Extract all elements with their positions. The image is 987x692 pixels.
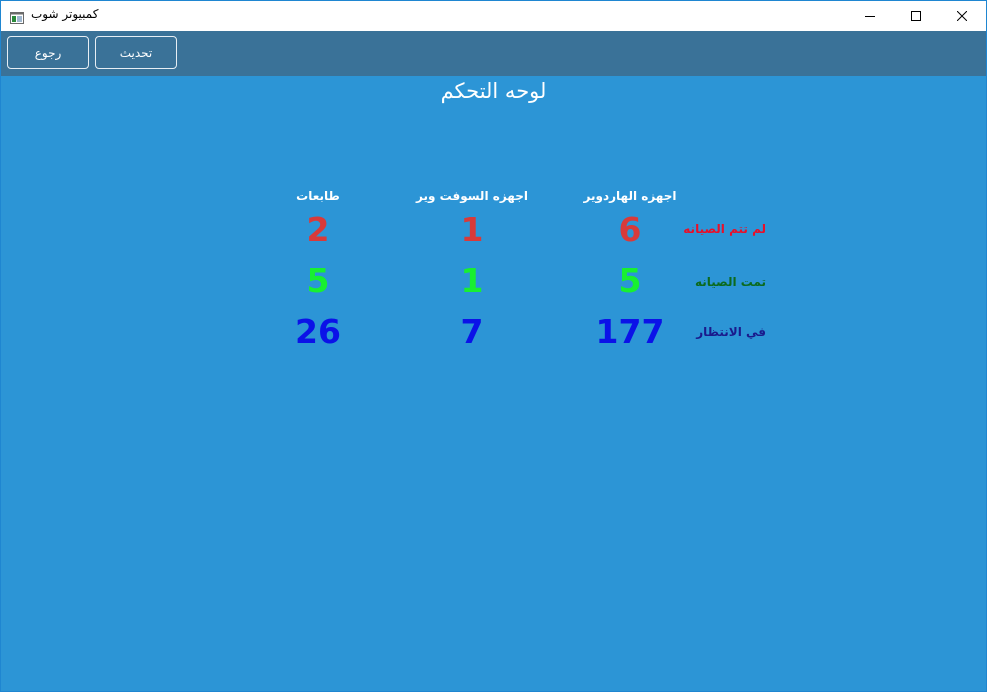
minimize-button[interactable] — [847, 1, 893, 31]
close-button[interactable] — [939, 1, 985, 31]
column-header-software: اجهزه السوفت وير — [416, 189, 528, 203]
maximize-button[interactable] — [893, 1, 939, 31]
window-title: كمبيوتر شوب — [31, 7, 99, 21]
count-software-maintained: 1 — [460, 261, 484, 300]
dashboard-panel: لوحه التحكم اجهزه الهاردوير اجهزه السوفت… — [1, 76, 986, 691]
count-hardware-not-maintained: 6 — [618, 210, 642, 249]
count-printers-not-maintained: 2 — [306, 210, 330, 249]
toolbar: رجوع تحديث — [1, 31, 986, 76]
page-title: لوحه التحكم — [440, 79, 547, 103]
back-button[interactable]: رجوع — [7, 36, 89, 69]
count-printers-waiting: 26 — [295, 312, 341, 351]
column-header-hardware: اجهزه الهاردوير — [583, 189, 677, 203]
app-window: كمبيوتر شوب رجوع تحديث لوحه التحكم اجهزه… — [0, 0, 987, 692]
title-bar[interactable]: كمبيوتر شوب — [1, 1, 986, 31]
count-software-waiting: 7 — [460, 312, 484, 351]
close-icon — [957, 11, 967, 21]
count-software-not-maintained: 1 — [460, 210, 484, 249]
minimize-icon — [865, 11, 875, 21]
app-window-icon — [10, 9, 24, 24]
count-printers-maintained: 5 — [306, 261, 330, 300]
maximize-icon — [911, 11, 921, 21]
column-header-printers: طابعات — [296, 189, 340, 203]
refresh-button[interactable]: تحديث — [95, 36, 177, 69]
count-hardware-maintained: 5 — [618, 261, 642, 300]
count-hardware-waiting: 177 — [595, 312, 665, 351]
